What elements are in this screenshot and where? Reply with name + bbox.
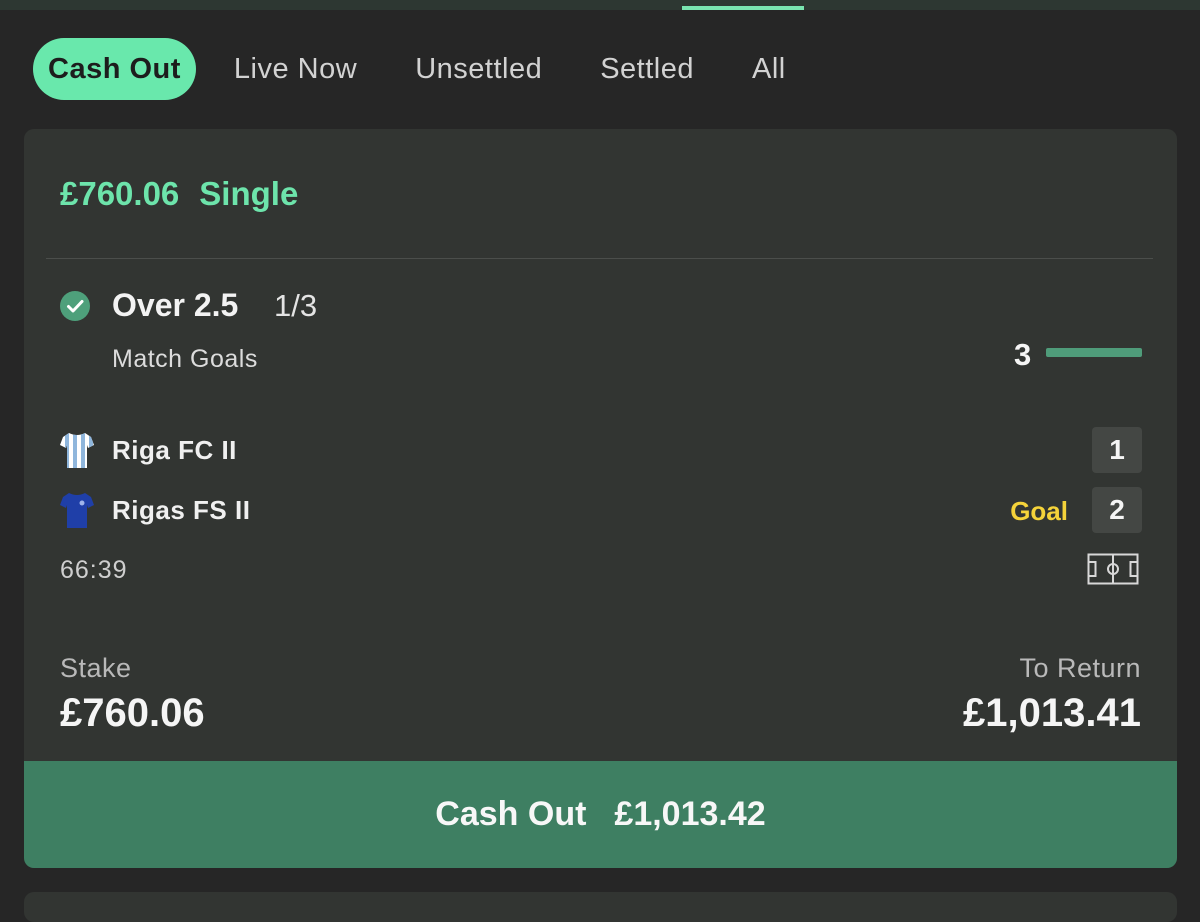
market-name: Match Goals	[112, 345, 258, 373]
away-score: 2	[1092, 487, 1142, 533]
tab-settled[interactable]: Settled	[571, 38, 723, 100]
tab-live-now[interactable]: Live Now	[205, 38, 386, 100]
selection-name: Over 2.5	[112, 287, 239, 323]
tab-all[interactable]: All	[723, 38, 815, 100]
bet-header: £760.06 Single	[60, 175, 298, 213]
tab-unsettled[interactable]: Unsettled	[386, 38, 571, 100]
home-team-name: Riga FC II	[112, 435, 237, 465]
home-team-row: Riga FC II 1	[60, 427, 1142, 473]
goals-count: 3	[1014, 337, 1032, 372]
divider	[46, 258, 1153, 259]
check-circle-icon	[60, 291, 90, 321]
bet-card[interactable]: £760.06 Single Over 2.5 1/3 Match Goals …	[24, 129, 1177, 868]
active-tab-indicator	[682, 6, 804, 10]
tab-cash-out[interactable]: Cash Out	[33, 38, 196, 100]
stake-label: Stake	[60, 653, 132, 683]
match-clock: 66:39	[60, 556, 128, 584]
cash-out-button[interactable]: Cash Out £1,013.42	[24, 761, 1177, 868]
blue-shirt-icon	[60, 493, 94, 528]
striped-shirt-icon	[60, 433, 94, 468]
away-team-row: Rigas FS II Goal 2	[60, 487, 1142, 533]
stake-value: £760.06	[60, 691, 205, 735]
pitch-icon[interactable]	[1087, 553, 1139, 585]
goals-progress-bar	[1046, 348, 1142, 357]
cash-out-label: Cash Out	[435, 795, 587, 833]
to-return-value: £1,013.41	[963, 691, 1141, 735]
bet-filter-tabs: Cash Out Live Now Unsettled Settled All	[33, 38, 815, 100]
away-team-name: Rigas FS II	[112, 495, 251, 525]
bet-amount: £760.06	[60, 175, 180, 212]
selection-odds: 1/3	[274, 288, 318, 323]
bet-type: Single	[199, 175, 299, 212]
cash-out-value: £1,013.42	[614, 795, 766, 833]
goal-indicator: Goal	[1010, 496, 1068, 526]
top-bar	[0, 0, 1200, 10]
to-return-label: To Return	[1019, 653, 1141, 683]
next-bet-card[interactable]	[24, 892, 1177, 922]
home-score: 1	[1092, 427, 1142, 473]
